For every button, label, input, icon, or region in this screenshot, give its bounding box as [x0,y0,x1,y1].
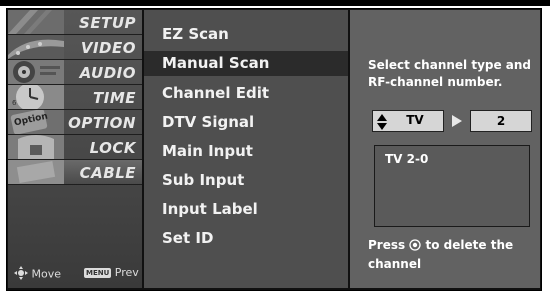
ok-button-icon [409,239,421,256]
sidebar-item-option[interactable]: Option OPTION [8,110,142,135]
sidebar-item-label: LOCK [89,139,136,157]
move-hint: Move [14,266,61,283]
time-thumbnail-icon: 6 [8,85,64,109]
press-prefix-text: Press [368,238,406,252]
menu-key-icon: MENU [84,268,112,278]
channel-selector-row: TV 2 [372,110,532,132]
channel-list-item[interactable]: TV 2-0 [385,152,428,166]
move-dpad-icon [14,266,28,283]
top-border [0,0,550,6]
channel-type-value: TV [406,113,424,127]
channel-type-selector[interactable]: TV [372,110,444,132]
submenu-item-set-id[interactable]: Set ID [144,226,348,251]
delete-instruction: Press to delete the channel [368,237,538,273]
setup-thumbnail-icon [8,10,64,34]
sidebar-item-label: TIME [93,89,136,107]
sidebar-item-label: OPTION [68,114,136,132]
submenu-item-dtv-signal[interactable]: DTV Signal [144,110,348,135]
sidebar-item-label: CABLE [79,164,136,182]
submenu-item-input-label[interactable]: Input Label [144,197,348,222]
sidebar-item-time[interactable]: 6 TIME [8,85,142,110]
sidebar-item-label: VIDEO [80,39,136,57]
sidebar-item-lock[interactable]: LOCK [8,135,142,160]
sidebar-item-label: AUDIO [79,64,136,82]
submenu-item-ez-scan[interactable]: EZ Scan [144,22,348,47]
sidebar-item-label: SETUP [79,14,136,32]
channel-number-field[interactable]: 2 [470,110,532,132]
panel-description: Select channel type and RF-channel numbe… [368,58,532,89]
main-menu-sidebar: SETUP VIDEO AUDIO 6 TIME Option OPTION L… [8,10,142,288]
sidebar-item-cable[interactable]: CABLE [8,160,142,185]
sidebar-item-setup[interactable]: SETUP [8,10,142,35]
submenu-item-main-input[interactable]: Main Input [144,139,348,164]
submenu-item-channel-edit[interactable]: Channel Edit [144,81,348,106]
option-thumbnail-icon: Option [8,110,64,134]
sidebar-item-audio[interactable]: AUDIO [8,60,142,85]
setup-submenu: EZ Scan Manual Scan Channel Edit DTV Sig… [144,10,348,288]
submenu-item-manual-scan[interactable]: Manual Scan [144,51,348,76]
move-hint-label: Move [31,267,62,281]
video-thumbnail-icon [8,35,64,59]
navigation-hints: Move MENU Prev [8,258,142,288]
up-down-arrows-icon [377,114,387,130]
arrow-right-icon [452,115,462,127]
svg-text:6: 6 [12,99,17,107]
submenu-item-sub-input[interactable]: Sub Input [144,168,348,193]
lock-thumbnail-icon [8,135,64,159]
cable-thumbnail-icon [8,160,64,184]
sidebar-item-video[interactable]: VIDEO [8,35,142,60]
prev-hint-label: Prev [114,266,139,279]
channel-list-box[interactable]: TV 2-0 [374,145,530,227]
tv-menu-screen: SETUP VIDEO AUDIO 6 TIME Option OPTION L… [0,0,550,298]
prev-hint: MENU Prev [84,266,139,279]
audio-thumbnail-icon [8,60,64,84]
